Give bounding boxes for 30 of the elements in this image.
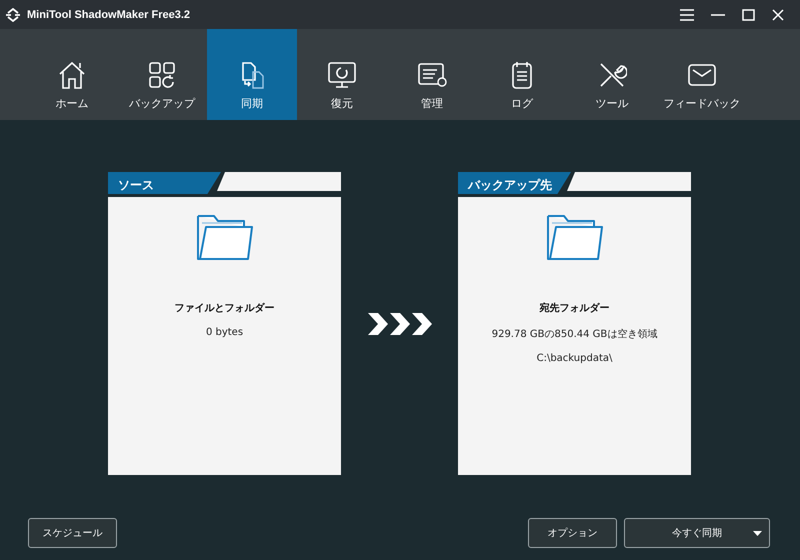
chevrons-icon bbox=[368, 313, 432, 335]
app-logo-icon bbox=[5, 8, 21, 22]
nav-tab[interactable]: ツール bbox=[567, 29, 657, 120]
nav-tab[interactable]: 復元 bbox=[297, 29, 387, 120]
card-title: バックアップ先 bbox=[458, 172, 571, 194]
folder-icon bbox=[546, 213, 604, 261]
caret-icon[interactable] bbox=[753, 531, 762, 536]
card-info-text: C:\backupdata\ bbox=[536, 353, 612, 364]
nav-tab[interactable]: バックアップ bbox=[117, 29, 207, 120]
nav-tab[interactable]: ログ bbox=[477, 29, 567, 120]
card-title: ソース bbox=[108, 172, 221, 194]
monitor-icon bbox=[327, 60, 357, 90]
card-info-text: 929.78 GBの850.44 GBは空き領域 bbox=[492, 328, 658, 341]
close-icon[interactable] bbox=[772, 8, 784, 20]
grid-icon bbox=[147, 60, 177, 90]
maximize-icon[interactable] bbox=[742, 8, 755, 20]
action-button[interactable]: オプション bbox=[528, 518, 617, 548]
action-button[interactable]: スケジュール bbox=[28, 518, 117, 548]
card-heading[interactable]: 宛先フォルダー bbox=[540, 301, 610, 315]
card-heading[interactable]: ファイルとフォルダー bbox=[174, 301, 274, 315]
menu-icon[interactable] bbox=[680, 8, 694, 20]
nav-tab[interactable]: ホーム bbox=[27, 29, 117, 120]
house-icon bbox=[57, 60, 87, 90]
folder-icon bbox=[196, 213, 254, 261]
nav-tab[interactable]: フィードバック bbox=[657, 29, 747, 120]
nav-tab[interactable]: 管理 bbox=[387, 29, 477, 120]
action-button[interactable]: 今すぐ同期 bbox=[624, 518, 770, 548]
nav-tab[interactable]: 同期 bbox=[207, 29, 297, 120]
card-info-text: 0 bytes bbox=[206, 327, 244, 338]
window-title: MiniTool ShadowMaker Free3.2 bbox=[27, 8, 190, 20]
